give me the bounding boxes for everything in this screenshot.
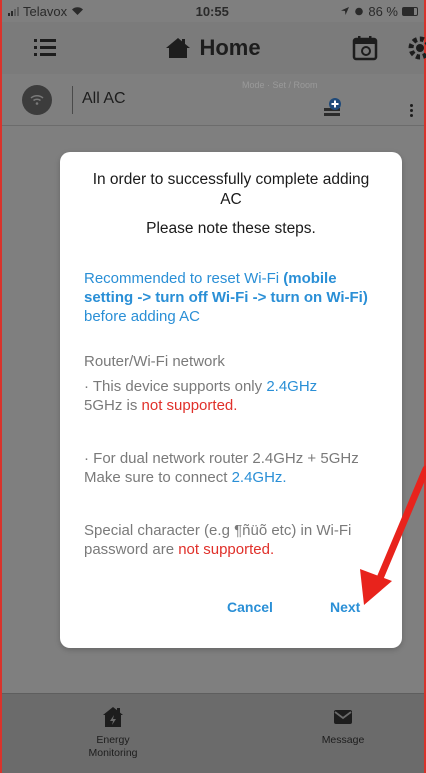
support-note: · This device supports only 2.4GHz 5GHz … <box>84 377 378 415</box>
connect-prefix: Make sure to connect <box>84 469 232 486</box>
tab-energy-label: Energy Monitoring <box>88 734 137 760</box>
carrier-name: Telavox <box>23 3 68 19</box>
not-supported-label: not supported. <box>141 397 238 414</box>
support-prefix: · This device supports only <box>84 378 267 395</box>
tab-energy-label-line1: Energy <box>96 734 130 746</box>
nav-bar: Home <box>2 22 426 74</box>
calendar-icon[interactable] <box>352 35 378 61</box>
home-icon <box>166 38 191 58</box>
envelope-icon <box>334 710 352 724</box>
tab-energy-monitoring[interactable]: Energy Monitoring <box>78 694 148 773</box>
dialog-title: In order to successfully complete adding… <box>92 171 370 208</box>
connect-frequency: 2.4GHz. <box>231 469 287 486</box>
dual-network-text: · For dual network router 2.4GHz + 5GHz <box>84 450 359 467</box>
location-icon <box>341 7 350 15</box>
dialog-subtitle: Please note these steps. <box>146 220 316 237</box>
status-right: 86 % <box>340 4 418 19</box>
more-options-icon[interactable] <box>410 104 414 118</box>
bottom-tab-bar: Energy Monitoring Message <box>2 693 424 773</box>
support-frequency: 2.4GHz <box>266 378 318 395</box>
special-not-supported-label: not supported. <box>178 541 275 558</box>
reset-wifi-note: Recommended to reset Wi-Fi (mobile setti… <box>84 269 378 326</box>
ac-meta-label: Mode · Set / Room <box>242 80 318 90</box>
tab-message-label: Message <box>321 734 365 746</box>
battery-percent: 86 % <box>368 3 398 19</box>
signal-icon <box>8 6 19 16</box>
tab-message[interactable]: Message <box>308 694 378 773</box>
dual-network-note: · For dual network router 2.4GHz + 5GHz … <box>84 449 378 487</box>
router-heading: Router/Wi-Fi network <box>84 353 225 370</box>
alarm-icon <box>355 7 364 16</box>
ac-group-name: All AC <box>82 90 126 107</box>
ac-avatar <box>22 85 52 115</box>
special-character-note: Special character (e.g ¶ñüõ etc) in Wi-F… <box>84 521 378 559</box>
add-ac-icon[interactable] <box>322 96 344 118</box>
wifi-icon <box>72 7 84 15</box>
support-5ghz-prefix: 5GHz is <box>84 397 142 414</box>
reset-note-text: Recommended to reset Wi-Fi <box>84 270 284 287</box>
status-left: Telavox <box>8 4 84 19</box>
tab-energy-label-line2: Monitoring <box>88 747 138 759</box>
energy-house-icon <box>103 707 123 727</box>
ac-row[interactable]: All AC Mode · Set / Room <box>2 74 424 126</box>
page-title: Home <box>199 35 261 60</box>
gear-icon[interactable] <box>406 34 426 62</box>
instructions-dialog: In order to successfully complete adding… <box>60 152 402 648</box>
divider <box>72 86 73 114</box>
cancel-button[interactable]: Cancel <box>227 599 273 615</box>
wifi-icon <box>30 94 44 105</box>
battery-icon <box>402 6 418 16</box>
status-bar: Telavox 10:55 86 % <box>2 0 424 22</box>
next-button[interactable]: Next <box>330 599 360 615</box>
dialog-buttons: Cancel Next <box>60 599 402 623</box>
reset-note-end: before adding AC <box>84 308 200 325</box>
status-time: 10:55 <box>195 3 229 19</box>
